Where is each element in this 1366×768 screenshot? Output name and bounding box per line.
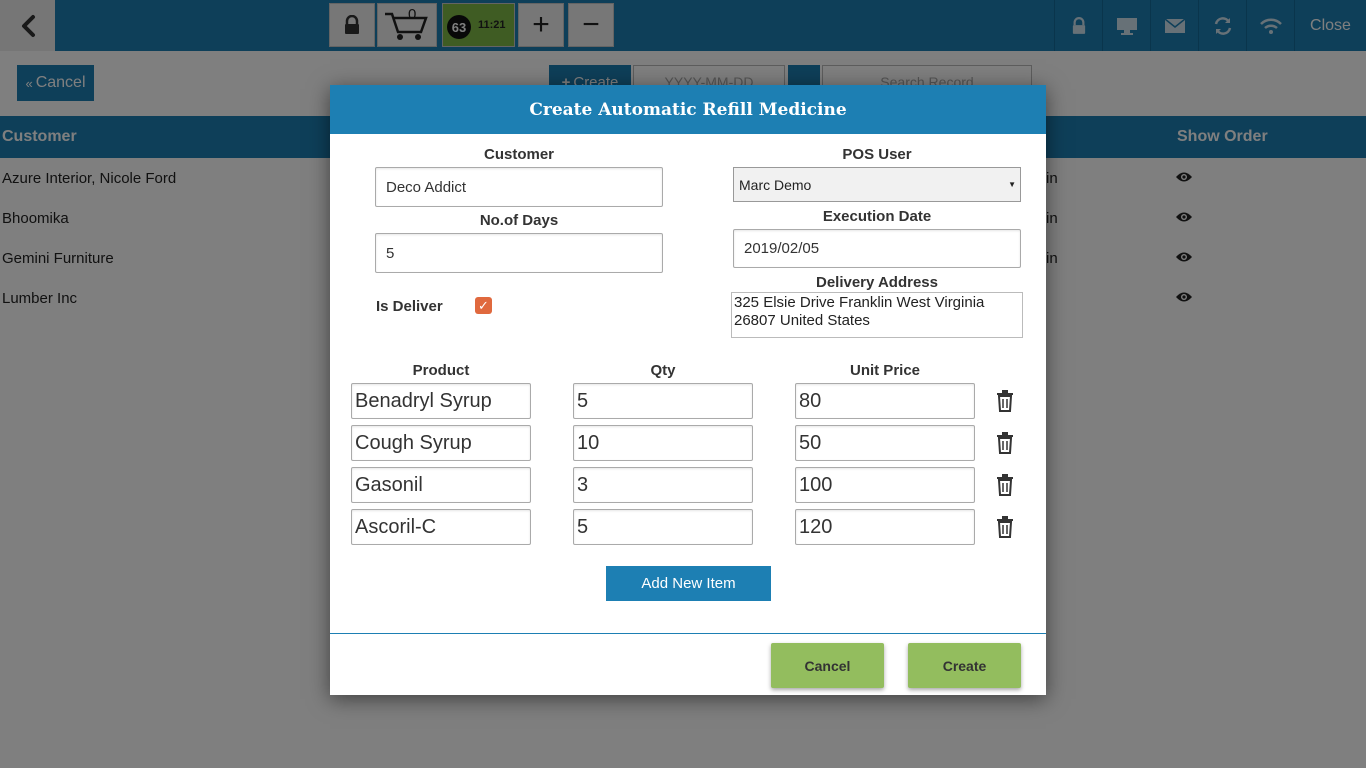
chevron-down-icon: ▼ — [1008, 180, 1016, 189]
pos-user-value: Marc Demo — [739, 176, 812, 193]
product-input[interactable]: Benadryl Syrup — [351, 383, 531, 419]
qty-input[interactable]: 10 — [573, 425, 753, 461]
unit-price-input[interactable]: 120 — [795, 509, 975, 545]
execution-date-input[interactable]: 2019/02/05 — [733, 229, 1021, 268]
qty-input[interactable]: 3 — [573, 467, 753, 503]
refill-dialog: Create Automatic Refill Medicine Custome… — [330, 85, 1046, 695]
qty-header: Qty — [650, 362, 676, 379]
footer-divider — [330, 633, 1046, 634]
pos-user-select[interactable]: Marc Demo ▼ — [733, 167, 1021, 202]
add-new-item-button[interactable]: Add New Item — [606, 566, 771, 601]
trash-icon[interactable] — [995, 432, 1015, 454]
qty-input[interactable]: 5 — [573, 383, 753, 419]
product-input[interactable]: Ascoril-C — [351, 509, 531, 545]
dialog-create-button[interactable]: Create — [908, 643, 1021, 688]
days-label: No.of Days — [479, 212, 559, 229]
dialog-title: Create Automatic Refill Medicine — [330, 85, 1046, 134]
checkmark-icon: ✓ — [478, 297, 489, 313]
trash-icon[interactable] — [995, 516, 1015, 538]
is-deliver-checkbox[interactable]: ✓ — [475, 297, 492, 314]
dialog-cancel-button[interactable]: Cancel — [771, 643, 884, 688]
is-deliver-label: Is Deliver — [376, 298, 443, 315]
trash-icon[interactable] — [995, 474, 1015, 496]
product-input[interactable]: Cough Syrup — [351, 425, 531, 461]
unit-price-header: Unit Price — [849, 362, 921, 379]
delivery-address-textarea[interactable]: 325 Elsie Drive Franklin West Virginia 2… — [731, 292, 1023, 338]
product-input[interactable]: Gasonil — [351, 467, 531, 503]
unit-price-input[interactable]: 50 — [795, 425, 975, 461]
days-input[interactable]: 5 — [375, 233, 663, 273]
delivery-address-label: Delivery Address — [815, 274, 938, 291]
customer-input[interactable]: Deco Addict — [375, 167, 663, 207]
trash-icon[interactable] — [995, 390, 1015, 412]
customer-label: Customer — [483, 146, 554, 163]
pos-user-label: POS User — [842, 146, 912, 163]
execution-date-label: Execution Date — [822, 208, 932, 225]
unit-price-input[interactable]: 80 — [795, 383, 975, 419]
product-header: Product — [412, 362, 470, 379]
unit-price-input[interactable]: 100 — [795, 467, 975, 503]
qty-input[interactable]: 5 — [573, 509, 753, 545]
